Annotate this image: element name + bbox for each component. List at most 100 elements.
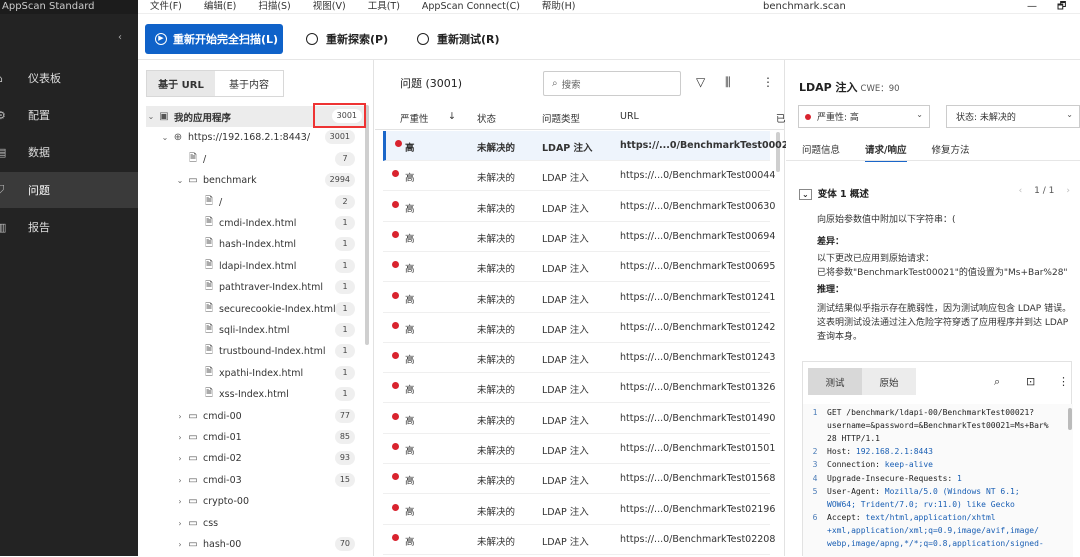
menu-item[interactable]: 编辑(E)	[204, 0, 236, 14]
menu-item[interactable]: 扫描(S)	[258, 0, 290, 14]
file-icon: 🗎	[204, 345, 214, 357]
chevron-right-icon[interactable]: ›	[175, 519, 185, 528]
menu-item[interactable]: 视图(V)	[313, 0, 346, 14]
tab-issue-info[interactable]: 问题信息	[802, 142, 840, 162]
chevron-right-icon[interactable]: ›	[175, 497, 185, 506]
filter-icon[interactable]: ▽	[696, 75, 705, 89]
tree-node[interactable]: 🗎/7	[138, 149, 364, 170]
table-row[interactable]: 高 未解决的 LDAP 注入 https://...0/BenchmarkTest01…	[383, 434, 775, 464]
tree-node[interactable]: › ▭ cmdi-02 93	[138, 448, 364, 469]
code-scrollbar[interactable]	[1068, 408, 1072, 430]
next-icon[interactable]: ›	[1066, 186, 1070, 196]
issues-scrollbar[interactable]	[776, 132, 780, 172]
col-status[interactable]: 状态	[477, 111, 496, 125]
toolbar: ▶ 重新开始完全扫描(L) 重新探索(P) 重新测试(R)	[138, 14, 1080, 60]
table-row[interactable]: 高 未解决的 LDAP 注入 https://...0/BenchmarkTest01…	[383, 313, 775, 343]
filter-settings-icon[interactable]: ⊡	[1026, 375, 1035, 388]
issues-column-header: 严重性 ↓ 状态 问题类型 URL 已	[375, 104, 786, 130]
more-options-icon[interactable]: ⋮	[1058, 375, 1069, 388]
collapse-sidebar-icon[interactable]: ‹	[118, 32, 122, 43]
chevron-right-icon[interactable]: ›	[175, 433, 185, 442]
minimize-button[interactable]: —	[1027, 0, 1037, 13]
chevron-right-icon[interactable]: ›	[175, 476, 185, 485]
status-dropdown[interactable]: 状态: 未解决的 ⌄	[946, 105, 1080, 128]
tree-scrollbar[interactable]	[365, 105, 369, 345]
prev-icon[interactable]: ‹	[1019, 186, 1023, 196]
tree-node[interactable]: › ▭ cmdi-00 77	[138, 406, 364, 427]
tree-node[interactable]: 🗎 securecookie-Index.html 1	[138, 299, 364, 320]
chevron-right-icon[interactable]: ›	[175, 454, 185, 463]
sort-desc-icon[interactable]: ↓	[448, 111, 456, 122]
table-row[interactable]: 高 未解决的 LDAP 注入 https://...0/BenchmarkTest01…	[383, 404, 775, 434]
tree-node[interactable]: 🗎 trustbound-Index.html 1	[138, 341, 364, 362]
tab-fix-recommendation[interactable]: 修复方法	[932, 142, 970, 162]
table-row[interactable]: 高 未解决的 LDAP 注入 https://...0/BenchmarkTest01…	[383, 343, 775, 374]
sidebar-item-data[interactable]: ▤ 数据	[0, 134, 138, 170]
search-icon[interactable]: ⌕	[994, 375, 1000, 389]
tree-node[interactable]: › ▭ crypto-00	[138, 491, 364, 512]
severity-dot-icon	[392, 503, 399, 511]
more-options-icon[interactable]: ⋮	[762, 75, 774, 89]
chevron-down-icon[interactable]: ⌄	[160, 133, 170, 142]
col-severity[interactable]: 严重性	[400, 111, 429, 125]
tab-url-based[interactable]: 基于 URL	[147, 71, 215, 96]
tree-node[interactable]: 🗎 pathtraver-Index.html 1	[138, 277, 364, 298]
tree-node[interactable]: › ▭ cmdi-01 85	[138, 427, 364, 448]
table-row[interactable]: 高 未解决的 LDAP 注入 https://...0/BenchmarkTest01…	[383, 464, 775, 495]
chevron-down-icon[interactable]: ⌄	[146, 112, 156, 121]
sidebar-item-dashboard[interactable]: ⌂ 仪表板	[0, 60, 138, 96]
tree-node[interactable]: › ▭ css	[138, 513, 364, 534]
severity-dropdown[interactable]: 严重性: 高 ⌄	[798, 105, 930, 128]
sidebar-item-report[interactable]: ▥ 报告	[0, 209, 138, 245]
sidebar-item-shield[interactable]: ⛉ 问题	[0, 172, 138, 208]
table-row[interactable]: 高 未解决的 LDAP 注入 https://...0/BenchmarkTest00…	[383, 131, 795, 161]
table-row[interactable]: 高 未解决的 LDAP 注入 https://...0/BenchmarkTest00…	[383, 252, 775, 283]
chevron-right-icon[interactable]: ›	[175, 540, 185, 549]
table-row[interactable]: 高 未解决的 LDAP 注入 https://...0/BenchmarkTest02…	[383, 525, 775, 555]
table-row[interactable]: 高 未解决的 LDAP 注入 https://...0/BenchmarkTest02…	[383, 495, 775, 525]
re-test-button[interactable]: 重新测试(R)	[417, 24, 500, 54]
tree-node[interactable]: 🗎 hash-Index.html 1	[138, 234, 364, 255]
tab-test[interactable]: 测试	[808, 368, 862, 395]
tree-node[interactable]: 🗎 sqli-Index.html 1	[138, 320, 364, 341]
tree-node[interactable]: ⌄ ⊕ https://192.168.2.1:8443/3001	[138, 127, 364, 148]
full-scan-button[interactable]: ▶ 重新开始完全扫描(L)	[145, 24, 283, 54]
explore-icon	[306, 33, 318, 45]
tree-node[interactable]: 🗎/2	[138, 192, 364, 213]
tree-node[interactable]: 🗎 xpathi-Index.html 1	[138, 363, 364, 384]
tab-request-response[interactable]: 请求/响应	[865, 142, 907, 162]
tab-content-based[interactable]: 基于内容	[215, 71, 283, 96]
tab-original[interactable]: 原始	[862, 368, 916, 395]
menu-item[interactable]: 帮助(H)	[542, 0, 576, 14]
table-row[interactable]: 高 未解决的 LDAP 注入 https://...0/BenchmarkTest00…	[383, 222, 775, 252]
menu-item[interactable]: 文件(F)	[150, 0, 182, 14]
sidebar-item-config[interactable]: ⚙ 配置	[0, 97, 138, 133]
variant-header[interactable]: ⌄ 变体 1 概述	[799, 186, 869, 200]
table-row[interactable]: 高 未解决的 LDAP 注入 https://...0/BenchmarkTest01…	[383, 373, 775, 404]
count-badge: 85	[334, 430, 355, 444]
code-line: webp,image/apng,*/*;q=0.8,application/si…	[803, 537, 1065, 550]
col-issue-type[interactable]: 问题类型	[542, 111, 580, 125]
col-url[interactable]: URL	[620, 111, 639, 122]
col-extra[interactable]: 已	[776, 111, 786, 125]
tree-node[interactable]: ⌄ ▭ benchmark 2994	[138, 170, 364, 191]
code-line: 5 User-Agent: Mozilla/5.0 (Windows NT 6.1…	[803, 485, 1065, 498]
tree-node[interactable]: 🗎 cmdi-Index.html 1	[138, 213, 364, 234]
restore-button[interactable]: 🗗	[1057, 0, 1066, 13]
chevron-right-icon[interactable]: ›	[175, 412, 185, 421]
severity-dot-icon	[392, 533, 399, 541]
tree-node[interactable]: › ▭ hash-00 70	[138, 534, 364, 555]
table-row[interactable]: 高 未解决的 LDAP 注入 https://...0/BenchmarkTest01…	[383, 283, 775, 313]
search-icon: ⌕	[552, 78, 558, 89]
tree-node[interactable]: › ▭ cmdi-03 15	[138, 470, 364, 491]
chevron-down-icon[interactable]: ⌄	[175, 176, 185, 185]
menu-item[interactable]: 工具(T)	[368, 0, 400, 14]
table-row[interactable]: 高 未解决的 LDAP 注入 https://...0/BenchmarkTest00…	[383, 192, 775, 222]
search-input[interactable]: ⌕ 搜索	[543, 71, 681, 96]
table-row[interactable]: 高 未解决的 LDAP 注入 https://...0/BenchmarkTest00…	[383, 161, 775, 192]
tree-node[interactable]: 🗎 ldapi-Index.html 1	[138, 256, 364, 277]
column-settings-icon[interactable]: ⫼	[725, 75, 731, 90]
re-explore-button[interactable]: 重新探索(P)	[306, 24, 388, 54]
tree-node[interactable]: 🗎 xss-Index.html 1	[138, 384, 364, 405]
menu-item[interactable]: AppScan Connect(C)	[422, 0, 520, 14]
